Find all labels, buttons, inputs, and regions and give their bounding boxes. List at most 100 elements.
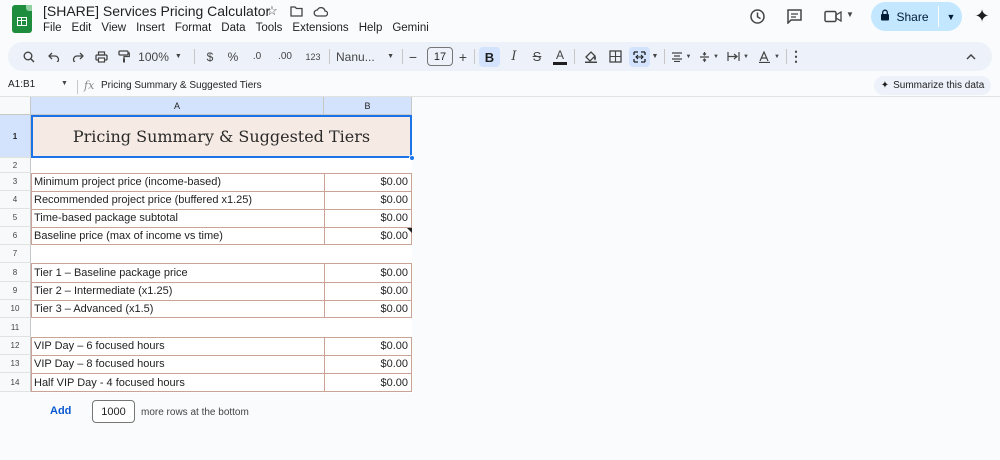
text-wrapping-icon[interactable]: ▼: [725, 42, 751, 71]
row-header[interactable]: 11: [0, 318, 31, 337]
row-header[interactable]: 13: [0, 355, 31, 373]
row-header[interactable]: 1: [0, 115, 31, 158]
menu-edit[interactable]: Edit: [67, 21, 97, 35]
meet-icon[interactable]: [824, 7, 842, 25]
share-button[interactable]: Share ▼: [871, 2, 962, 31]
table-cell[interactable]: $0.00: [324, 227, 412, 245]
table-cell[interactable]: $0.00: [324, 282, 412, 300]
row-header[interactable]: 9: [0, 282, 31, 300]
menu-insert[interactable]: Insert: [131, 21, 170, 35]
currency-format-button[interactable]: $: [203, 42, 217, 71]
row-header[interactable]: 5: [0, 209, 31, 227]
table-cell[interactable]: $0.00: [324, 191, 412, 209]
menu-data[interactable]: Data: [216, 21, 250, 35]
undo-icon[interactable]: [45, 42, 63, 71]
folder-icon[interactable]: [288, 3, 304, 19]
row-header[interactable]: 2: [0, 158, 31, 173]
comment-icon[interactable]: [785, 7, 803, 25]
more-options-icon[interactable]: ⋮: [789, 42, 803, 71]
increase-font-size-button[interactable]: +: [456, 42, 470, 71]
star-icon[interactable]: ☆: [264, 3, 280, 19]
table-cell[interactable]: Half VIP Day - 4 focused hours: [31, 373, 324, 392]
row-header[interactable]: 10: [0, 300, 31, 318]
note-indicator-icon[interactable]: [407, 228, 412, 233]
merge-options-chevron-icon[interactable]: ▼: [650, 42, 660, 71]
menu-help[interactable]: Help: [354, 21, 388, 35]
table-cell[interactable]: Tier 2 – Intermediate (x1.25): [31, 282, 324, 300]
decrease-decimal-button[interactable]: .0: [248, 42, 266, 71]
zoom-select[interactable]: 100% ▼: [138, 42, 182, 71]
percent-format-button[interactable]: %: [225, 42, 241, 71]
text-color-button[interactable]: A: [551, 42, 569, 71]
summarize-data-button[interactable]: ✦ Summarize this data: [874, 76, 991, 95]
chevron-down-icon: ▼: [174, 53, 182, 60]
table-cell[interactable]: $0.00: [324, 373, 412, 392]
text-rotation-icon[interactable]: ▼: [756, 42, 782, 71]
sheet-cells: Pricing Summary & Suggested Tiers Minimu…: [31, 115, 415, 393]
strikethrough-button[interactable]: S: [528, 42, 546, 71]
rows-count-input[interactable]: 1000: [92, 400, 135, 423]
table-cell[interactable]: VIP Day – 8 focused hours: [31, 355, 324, 373]
table-cell[interactable]: VIP Day – 6 focused hours: [31, 337, 324, 355]
document-title[interactable]: [SHARE] Services Pricing Calculator: [43, 3, 270, 19]
fill-color-icon[interactable]: [582, 42, 600, 71]
row-header[interactable]: 4: [0, 191, 31, 209]
select-all-corner[interactable]: [0, 97, 31, 115]
italic-button[interactable]: I: [505, 42, 523, 71]
merge-cells-icon[interactable]: [629, 47, 650, 67]
menu-bar: File Edit View Insert Format Data Tools …: [43, 21, 434, 35]
name-box[interactable]: A1:B1: [8, 79, 35, 90]
formula-input[interactable]: Pricing Summary & Suggested Tiers: [101, 80, 262, 91]
bold-button[interactable]: B: [479, 47, 500, 67]
redo-icon[interactable]: [69, 42, 87, 71]
menu-extensions[interactable]: Extensions: [287, 21, 353, 35]
fx-icon: fx: [84, 79, 95, 92]
more-formats-button[interactable]: 123: [302, 42, 324, 71]
table-cell[interactable]: $0.00: [324, 337, 412, 355]
table-cell[interactable]: $0.00: [324, 263, 412, 282]
vertical-align-icon[interactable]: ▼: [697, 42, 721, 71]
share-options-chevron-icon[interactable]: ▼: [941, 2, 961, 31]
row-header[interactable]: 8: [0, 263, 31, 282]
table-cell[interactable]: Baseline price (max of income vs time): [31, 227, 324, 245]
table-cell[interactable]: Tier 3 – Advanced (x1.5): [31, 300, 324, 318]
row-header[interactable]: 14: [0, 373, 31, 392]
table-cell[interactable]: $0.00: [324, 209, 412, 227]
collapse-toolbar-icon[interactable]: [963, 42, 979, 71]
chevron-down-icon[interactable]: ▼: [61, 80, 68, 87]
menu-file[interactable]: File: [43, 21, 67, 35]
sheets-logo-icon[interactable]: [12, 5, 32, 33]
cloud-icon[interactable]: [312, 3, 328, 19]
chevron-down-icon[interactable]: ▼: [846, 10, 854, 19]
column-header-b[interactable]: B: [324, 97, 412, 115]
print-icon[interactable]: [92, 42, 110, 71]
menu-format[interactable]: Format: [170, 21, 216, 35]
row-header[interactable]: 6: [0, 227, 31, 245]
table-cell[interactable]: Minimum project price (income-based): [31, 173, 324, 191]
column-header-a[interactable]: A: [31, 97, 324, 115]
table-cell[interactable]: $0.00: [324, 173, 412, 191]
paint-format-icon[interactable]: [115, 42, 133, 71]
font-size-input[interactable]: 17: [427, 47, 453, 66]
gemini-sparkle-icon[interactable]: ✦: [972, 6, 992, 26]
table-cell[interactable]: $0.00: [324, 355, 412, 373]
font-family-select[interactable]: Nanu... ▼: [336, 42, 394, 71]
table-cell[interactable]: $0.00: [324, 300, 412, 318]
fill-handle[interactable]: [409, 155, 415, 161]
menu-tools[interactable]: Tools: [251, 21, 288, 35]
increase-decimal-button[interactable]: .00: [274, 42, 296, 71]
row-header[interactable]: 12: [0, 337, 31, 355]
search-menus-icon[interactable]: [20, 42, 38, 71]
table-cell[interactable]: Recommended project price (buffered x1.2…: [31, 191, 324, 209]
menu-gemini[interactable]: Gemini: [387, 21, 433, 35]
decrease-font-size-button[interactable]: −: [406, 42, 420, 71]
horizontal-align-icon[interactable]: ▼: [669, 42, 693, 71]
row-header[interactable]: 3: [0, 173, 31, 191]
version-history-icon[interactable]: [748, 7, 766, 25]
menu-view[interactable]: View: [96, 21, 131, 35]
table-cell[interactable]: Time-based package subtotal: [31, 209, 324, 227]
borders-icon[interactable]: [606, 42, 624, 71]
table-cell[interactable]: Tier 1 – Baseline package price: [31, 263, 324, 282]
row-header[interactable]: 7: [0, 245, 31, 263]
add-rows-button[interactable]: Add: [50, 405, 71, 417]
